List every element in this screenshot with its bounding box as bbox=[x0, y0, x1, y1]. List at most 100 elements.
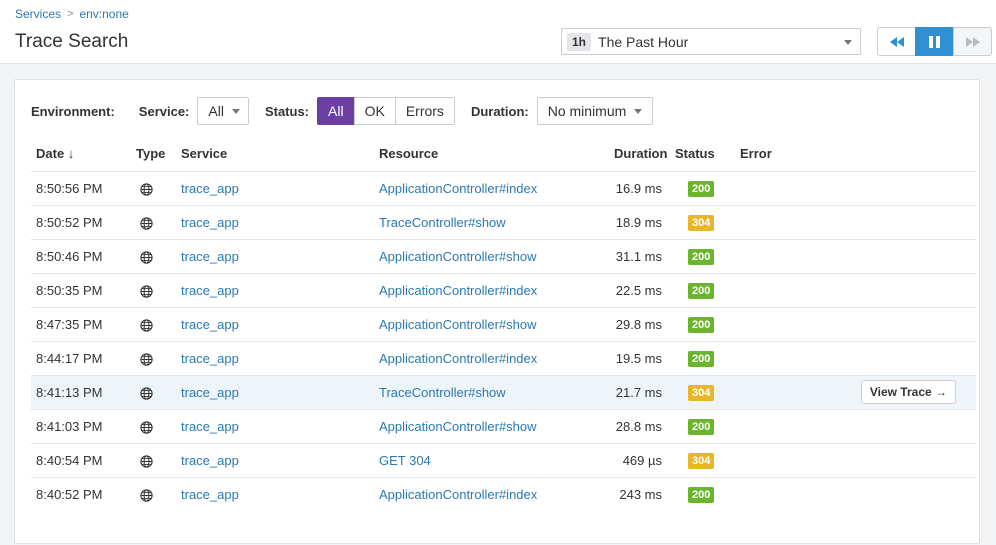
row-service: trace_app bbox=[181, 340, 379, 375]
service-select[interactable]: All bbox=[197, 97, 249, 125]
row-date: 8:50:56 PM bbox=[31, 170, 136, 205]
row-type bbox=[136, 408, 181, 443]
column-date[interactable]: Date ↓ bbox=[31, 137, 136, 171]
column-error: Error bbox=[740, 146, 772, 162]
row-error bbox=[740, 374, 852, 409]
globe-icon bbox=[140, 318, 153, 332]
row-type bbox=[136, 442, 181, 477]
resource-link[interactable]: GET 304 bbox=[379, 453, 431, 468]
status-all-button[interactable]: All bbox=[317, 97, 355, 125]
row-type bbox=[136, 272, 181, 307]
status-badge: 200 bbox=[688, 316, 715, 333]
table-row[interactable]: 8:50:52 PM trace_app TraceController#show 1… bbox=[31, 204, 976, 239]
column-status[interactable]: Status bbox=[675, 137, 740, 171]
resource-link[interactable]: ApplicationController#index bbox=[379, 181, 537, 196]
table-row[interactable]: 8:40:54 PM trace_app GET 304 469 µs 304 bbox=[31, 442, 976, 477]
view-trace-button[interactable]: View Trace → bbox=[860, 380, 956, 404]
service-link[interactable]: trace_app bbox=[181, 317, 239, 332]
row-type bbox=[136, 476, 181, 511]
row-service: trace_app bbox=[181, 272, 379, 307]
resource-link[interactable]: TraceController#show bbox=[379, 215, 506, 230]
row-duration: 469 µs bbox=[589, 442, 675, 477]
service-link[interactable]: trace_app bbox=[181, 283, 239, 298]
row-service: trace_app bbox=[181, 374, 379, 409]
row-service: trace_app bbox=[181, 170, 379, 205]
table-row[interactable]: 8:47:35 PM trace_app ApplicationController… bbox=[31, 306, 976, 341]
globe-icon bbox=[140, 489, 153, 502]
row-service: trace_app bbox=[181, 204, 379, 239]
timeframe-select[interactable]: 1h The Past Hour bbox=[561, 28, 861, 55]
resource-link[interactable]: ApplicationController#show bbox=[379, 419, 537, 434]
column-type: Type bbox=[136, 146, 166, 162]
row-status: 200 bbox=[675, 476, 740, 511]
row-resource: ApplicationController#show bbox=[379, 238, 589, 273]
resource-link[interactable]: ApplicationController#show bbox=[379, 249, 537, 264]
rewind-button[interactable] bbox=[877, 27, 916, 56]
row-resource: ApplicationController#index bbox=[379, 340, 589, 375]
table-row[interactable]: 8:50:56 PM trace_app ApplicationController… bbox=[31, 170, 976, 205]
table-row[interactable]: 8:50:46 PM trace_app ApplicationController… bbox=[31, 238, 976, 273]
resource-link[interactable]: ApplicationController#index bbox=[379, 283, 537, 298]
row-resource: ApplicationController#show bbox=[379, 408, 589, 443]
duration-select[interactable]: No minimum bbox=[536, 97, 654, 125]
breadcrumb-env-link[interactable]: env:none bbox=[79, 7, 128, 21]
breadcrumb-services-link[interactable]: Services bbox=[15, 7, 61, 21]
status-badge: 304 bbox=[688, 214, 715, 231]
row-duration: 243 ms bbox=[589, 476, 675, 511]
service-link[interactable]: trace_app bbox=[181, 453, 239, 468]
status-badge: 200 bbox=[688, 350, 715, 367]
table-row[interactable]: 8:41:03 PM trace_app ApplicationController… bbox=[31, 408, 976, 443]
service-link[interactable]: trace_app bbox=[181, 419, 239, 434]
row-date: 8:41:03 PM bbox=[31, 408, 136, 443]
row-duration: 18.9 ms bbox=[589, 204, 675, 239]
service-link[interactable]: trace_app bbox=[181, 215, 239, 230]
row-error bbox=[740, 272, 852, 307]
service-link[interactable]: trace_app bbox=[181, 249, 239, 264]
row-status: 304 bbox=[675, 204, 740, 239]
row-error bbox=[740, 306, 852, 341]
row-actions bbox=[852, 476, 976, 511]
timeframe-badge: 1h bbox=[567, 32, 592, 51]
row-duration: 22.5 ms bbox=[589, 272, 675, 307]
status-errors-button[interactable]: Errors bbox=[394, 97, 455, 125]
row-status: 200 bbox=[675, 306, 740, 341]
status-ok-button[interactable]: OK bbox=[353, 97, 396, 125]
resource-link[interactable]: ApplicationController#index bbox=[379, 351, 537, 366]
status-badge: 304 bbox=[688, 452, 715, 469]
status-badge: 200 bbox=[688, 248, 715, 265]
chevron-down-icon bbox=[634, 108, 643, 114]
service-link[interactable]: trace_app bbox=[181, 351, 239, 366]
service-link[interactable]: trace_app bbox=[181, 385, 239, 400]
fast-forward-button[interactable] bbox=[953, 27, 992, 56]
column-service[interactable]: Service bbox=[181, 137, 379, 171]
resource-link[interactable]: ApplicationController#show bbox=[379, 317, 537, 332]
row-date: 8:44:17 PM bbox=[31, 340, 136, 375]
page-header: Services > env:none Trace Search 1h The … bbox=[0, 0, 996, 64]
column-duration[interactable]: Duration bbox=[589, 137, 675, 171]
globe-icon bbox=[140, 284, 153, 298]
row-date: 8:41:13 PM bbox=[31, 374, 136, 409]
row-duration: 31.1 ms bbox=[589, 238, 675, 273]
resource-link[interactable]: ApplicationController#index bbox=[379, 487, 537, 502]
table-row[interactable]: 8:44:17 PM trace_app ApplicationController… bbox=[31, 340, 976, 375]
row-date: 8:50:46 PM bbox=[31, 238, 136, 273]
row-status: 304 bbox=[675, 442, 740, 477]
table-row[interactable]: 8:50:35 PM trace_app ApplicationController… bbox=[31, 272, 976, 307]
globe-icon bbox=[140, 386, 153, 400]
environment-label: Environment: bbox=[31, 103, 115, 119]
row-date: 8:47:35 PM bbox=[31, 306, 136, 341]
table-row[interactable]: 8:41:13 PM trace_app TraceController#show 2… bbox=[31, 374, 976, 409]
resource-link[interactable]: TraceController#show bbox=[379, 385, 506, 400]
row-type bbox=[136, 238, 181, 273]
row-actions bbox=[852, 272, 976, 307]
column-resource[interactable]: Resource bbox=[379, 137, 589, 171]
row-actions: View Trace → bbox=[852, 374, 976, 409]
trace-table: Date ↓ Type Service Resource Duration St… bbox=[31, 137, 976, 511]
pause-button[interactable] bbox=[915, 27, 954, 56]
breadcrumb: Services > env:none bbox=[15, 7, 129, 21]
service-link[interactable]: trace_app bbox=[181, 487, 239, 502]
row-type bbox=[136, 204, 181, 239]
table-row[interactable]: 8:40:52 PM trace_app ApplicationController… bbox=[31, 476, 976, 511]
row-service: trace_app bbox=[181, 476, 379, 511]
service-link[interactable]: trace_app bbox=[181, 181, 239, 196]
